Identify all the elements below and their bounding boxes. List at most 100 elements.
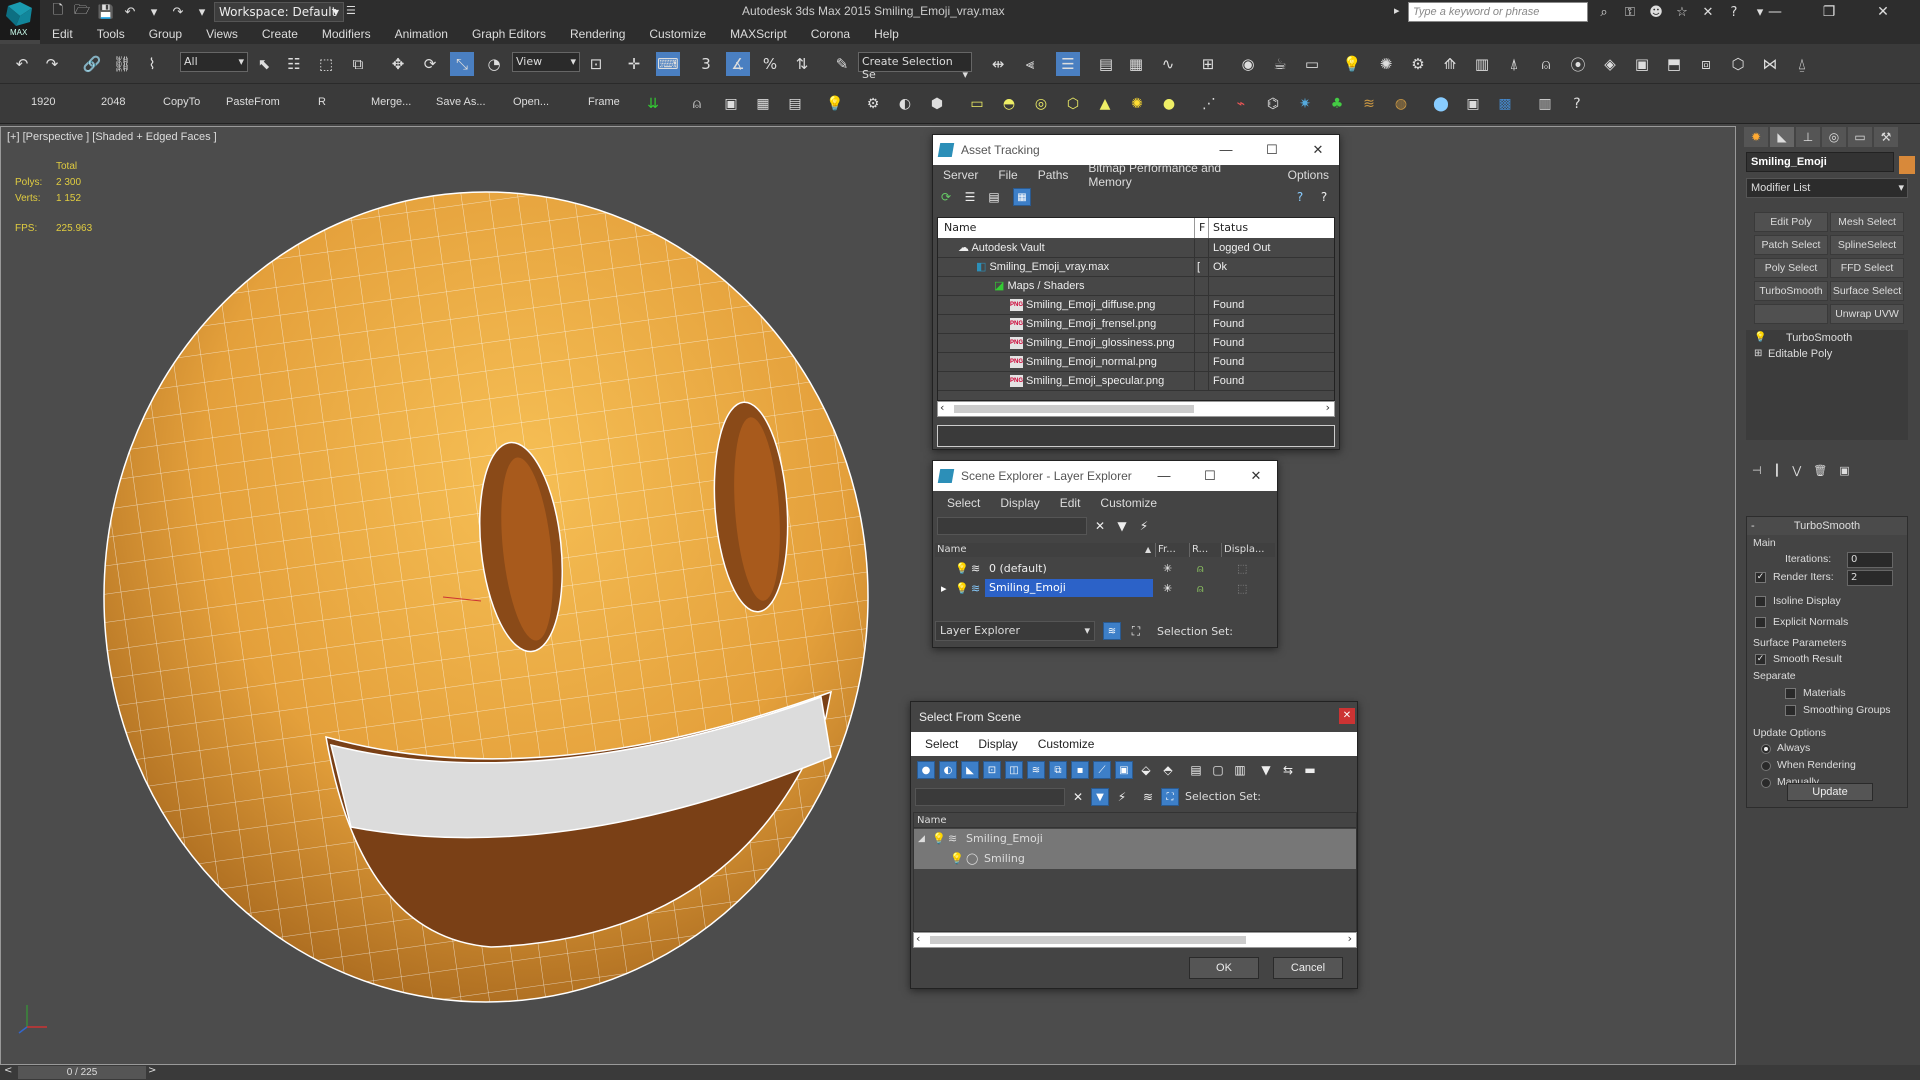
modifier-list-dropdown[interactable]: Modifier List ▾	[1746, 178, 1908, 198]
calculator-icon[interactable]: ▦	[752, 93, 774, 115]
light-bulb-icon[interactable]: 💡	[955, 579, 969, 599]
filter-icon[interactable]: ▼	[1113, 517, 1131, 535]
manually-radio[interactable]	[1761, 778, 1771, 788]
render-view-icon[interactable]: ⬒	[1662, 52, 1686, 76]
scroll-right-icon[interactable]: ›	[1348, 932, 1352, 945]
place-icon[interactable]: ◔	[482, 52, 506, 76]
search-input[interactable]: Type a keyword or phrase	[1408, 2, 1588, 22]
select-invert-icon[interactable]: ▥	[1231, 761, 1249, 779]
close-icon[interactable]: ✕	[1339, 708, 1355, 724]
vray-fur-icon[interactable]: ⌁	[1230, 93, 1252, 115]
freeze-icon[interactable]: ✳	[1163, 579, 1172, 599]
menu-display[interactable]: Display	[990, 496, 1049, 510]
move-icon[interactable]: ✥	[386, 52, 410, 76]
double-chevron-down-icon[interactable]: ⇊	[642, 93, 664, 115]
dome-icon[interactable]: ◓	[998, 93, 1020, 115]
render-icon[interactable]: ◈	[1598, 52, 1622, 76]
display-xrefs-icon[interactable]: ▪	[1071, 761, 1089, 779]
column-status[interactable]: Status	[1208, 218, 1248, 238]
modify-tab-icon[interactable]: ◣	[1770, 127, 1794, 147]
lister-icon[interactable]: ⚙	[1406, 52, 1430, 76]
display-hidden-icon[interactable]: ⬘	[1159, 761, 1177, 779]
display-icon[interactable]: ⬚	[1237, 579, 1247, 599]
keyboard-shortcut-override-icon[interactable]: ⌨	[656, 52, 680, 76]
poly-select-button[interactable]: Poly Select	[1754, 258, 1828, 278]
material-editor-icon[interactable]: ▣	[1462, 93, 1484, 115]
layer-icon[interactable]: ≋	[1139, 788, 1157, 806]
scroll-left-icon[interactable]: ‹	[916, 932, 920, 945]
scroll-left-icon[interactable]: ‹	[940, 401, 944, 414]
perspective-viewport[interactable]: [+] [Perspective ] [Shaded + Edged Faces…	[0, 126, 1736, 1065]
render-iters-spinner[interactable]: 2	[1847, 570, 1893, 586]
asset-row-maps[interactable]: ◪ Maps / Shaders	[938, 277, 1334, 296]
resolution-2048-button[interactable]: 2048	[101, 96, 125, 108]
menu-customize[interactable]: Customize	[1028, 737, 1105, 751]
grid-icon[interactable]: ▤	[784, 93, 806, 115]
menu-options[interactable]: Options	[1278, 168, 1339, 182]
display-shapes-icon[interactable]: ◐	[939, 761, 957, 779]
materials-checkbox[interactable]	[1785, 688, 1796, 699]
menu-customize[interactable]: Customize	[1090, 496, 1167, 510]
unwrap-uvw-button[interactable]: Unwrap UVW	[1830, 304, 1904, 324]
asset-path-field[interactable]	[937, 425, 1335, 447]
display-bones-icon[interactable]: ⟋	[1093, 761, 1111, 779]
renderable-teapot-icon[interactable]: ⍝	[1197, 559, 1204, 579]
layer-icon[interactable]: ≋	[1103, 622, 1121, 640]
always-radio[interactable]	[1761, 744, 1771, 754]
open-button[interactable]: Open...	[513, 96, 549, 108]
sort-ascending-icon[interactable]: ▲	[1145, 543, 1151, 557]
pivot-center-icon[interactable]: ⊡	[584, 52, 608, 76]
scrollbar-thumb[interactable]	[954, 405, 1194, 413]
stack-item-turbosmooth[interactable]: 💡 TurboSmooth	[1746, 330, 1908, 346]
schematic-view-icon[interactable]: ⊞	[1196, 52, 1220, 76]
edit-poly-button[interactable]: Edit Poly	[1754, 212, 1828, 232]
undo-icon[interactable]: ↶	[120, 2, 140, 22]
column-name[interactable]: Name	[914, 813, 1356, 828]
open-file-icon[interactable]: 🗁	[72, 2, 92, 22]
close-icon[interactable]: ✕	[1295, 135, 1341, 165]
asset-row-vault[interactable]: ☁ Autodesk Vault Logged Out	[938, 239, 1334, 258]
sun-icon[interactable]: ✺	[1126, 93, 1148, 115]
scale-icon[interactable]: ⤡	[450, 52, 474, 76]
mirror-object-icon[interactable]: ◐	[894, 93, 916, 115]
exchange-icon[interactable]: ✕	[1698, 2, 1718, 22]
scene-row-smiling[interactable]: 💡 ◯ Smiling	[914, 849, 1356, 869]
menu-file[interactable]: File	[988, 168, 1027, 182]
list-view-icon[interactable]: ☰	[961, 188, 979, 206]
empty-modifier-button[interactable]	[1754, 304, 1828, 324]
undo-icon[interactable]: ↶	[10, 52, 34, 76]
expand-plus-icon[interactable]: ⊞	[1754, 346, 1762, 362]
stack-item-editable-poly[interactable]: ⊞ Editable Poly	[1746, 346, 1908, 362]
edit-named-selection-icon[interactable]: ✎	[830, 52, 854, 76]
menu-server[interactable]: Server	[933, 168, 988, 182]
select-from-scene-titlebar[interactable]: Select From Scene ✕	[911, 702, 1357, 732]
menu-select[interactable]: Select	[915, 737, 968, 751]
display-groups-icon[interactable]: ⧉	[1049, 761, 1067, 779]
toggle-scene-explorer-icon[interactable]: ☰	[1056, 52, 1080, 76]
motion-tab-icon[interactable]: ◎	[1822, 127, 1846, 147]
application-button[interactable]: MAX	[0, 0, 40, 40]
cancel-button[interactable]: Cancel	[1273, 957, 1343, 979]
display-containers-icon[interactable]: ▣	[1115, 761, 1133, 779]
asset-row-png[interactable]: PNG Smiling_Emoji_normal.png Found	[938, 353, 1334, 372]
save-file-icon[interactable]: 💾	[96, 2, 116, 22]
redo-icon[interactable]: ↷	[168, 2, 188, 22]
material-editor-icon[interactable]: ◉	[1236, 52, 1260, 76]
multi-material-icon[interactable]: ▩	[1494, 93, 1516, 115]
new-file-icon[interactable]: 🗋	[48, 2, 68, 22]
help-icon[interactable]: ?	[1566, 93, 1588, 115]
display-frozen-icon[interactable]: ⬙	[1137, 761, 1155, 779]
display-spacewarps-icon[interactable]: ≋	[1027, 761, 1045, 779]
column-renderable[interactable]: R...	[1189, 543, 1208, 557]
sort-icon[interactable]: ⇆	[1279, 761, 1297, 779]
close-icon[interactable]: ✕	[1233, 461, 1279, 491]
light-bulb-icon[interactable]: 💡	[955, 559, 969, 579]
reference-coordinate-dropdown[interactable]: View ▾	[512, 52, 580, 72]
light-icon[interactable]: 💡	[1340, 52, 1364, 76]
light-bulb-icon[interactable]: 💡	[824, 93, 846, 115]
gear-icon[interactable]: ⚙	[862, 93, 884, 115]
undo-dropdown-icon[interactable]: ▾	[144, 2, 164, 22]
rollout-title[interactable]: - TurboSmooth	[1747, 517, 1907, 535]
menu-customize[interactable]: Customize	[637, 27, 718, 41]
render-iters-checkbox[interactable]: ✓	[1755, 572, 1766, 583]
